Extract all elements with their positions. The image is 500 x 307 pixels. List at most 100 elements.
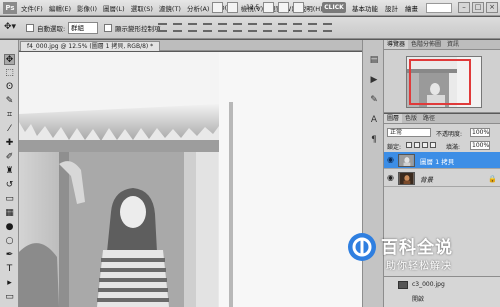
- tab-paths[interactable]: 路徑: [420, 114, 438, 123]
- auto-select-checkbox[interactable]: [26, 24, 34, 32]
- document-tab[interactable]: f4_000.jpg @ 12.5% (圖層 1 拷貝, RGB/8) *: [20, 41, 161, 51]
- align-left-icon[interactable]: [203, 23, 212, 32]
- marquee-tool-icon[interactable]: ⬚: [4, 68, 15, 79]
- zoom-level[interactable]: 12.5: [246, 4, 259, 11]
- lock-row: 鎖定: 填滿: 100%: [384, 140, 500, 151]
- workspace-switcher: 基本功能 設計 繪畫: [352, 0, 418, 16]
- navigator-thumbnail[interactable]: [406, 56, 482, 108]
- distribute-vcenter-icon[interactable]: [263, 23, 272, 32]
- menu-analysis[interactable]: 分析(A): [186, 3, 211, 13]
- gradient-tool-icon[interactable]: ▦: [4, 208, 15, 219]
- lock-position-icon[interactable]: [422, 142, 428, 148]
- menu-file[interactable]: 文件(F): [20, 3, 44, 13]
- align-top-icon[interactable]: [158, 23, 167, 32]
- canvas-area[interactable]: [19, 52, 362, 307]
- paragraph-panel-icon[interactable]: ¶: [368, 134, 380, 146]
- lasso-tool-icon[interactable]: ʘ: [4, 82, 15, 93]
- dodge-tool-icon[interactable]: ○: [4, 236, 15, 247]
- screen-mode-icon[interactable]: [293, 2, 305, 13]
- watermark-logo-icon: [348, 233, 376, 261]
- lock-all-icon[interactable]: [430, 142, 436, 148]
- eyedropper-tool-icon[interactable]: ⁄: [4, 124, 15, 135]
- layer-row-background[interactable]: ◉ 背景 🔒: [384, 170, 500, 187]
- move-tool-preset-icon[interactable]: ✥▾: [4, 22, 16, 32]
- menu-edit[interactable]: 編輯(E): [48, 3, 72, 13]
- align-hcenter-icon[interactable]: [218, 23, 227, 32]
- crop-tool-icon[interactable]: ⌗: [4, 110, 15, 121]
- history-item-label: c3_000.jpg: [412, 281, 445, 288]
- tab-navigator[interactable]: 導覽器: [384, 40, 409, 49]
- auto-select-dropdown[interactable]: 群組: [68, 22, 98, 34]
- align-right-icon[interactable]: [233, 23, 242, 32]
- healing-brush-tool-icon[interactable]: ✚: [4, 138, 15, 149]
- opacity-input[interactable]: 100%: [470, 128, 490, 137]
- distribute-hcenter-icon[interactable]: [308, 23, 317, 32]
- tab-layers[interactable]: 圖層: [384, 114, 403, 123]
- path-select-tool-icon[interactable]: ▸: [4, 278, 15, 289]
- mini-bridge-icon[interactable]: [227, 2, 238, 13]
- actions-panel-icon[interactable]: ▶: [368, 74, 380, 86]
- tab-info[interactable]: 資訊: [444, 40, 462, 49]
- distribute-right-icon[interactable]: [323, 23, 332, 32]
- opacity-label: 不透明度:: [436, 131, 463, 138]
- tab-channels[interactable]: 色版: [402, 114, 420, 123]
- layer-name[interactable]: 圖層 1 拷貝: [420, 156, 454, 166]
- eraser-tool-icon[interactable]: ▭: [4, 194, 15, 205]
- clone-stamp-tool-icon[interactable]: ♜: [4, 166, 15, 177]
- history-item-open[interactable]: 開啟: [384, 293, 500, 303]
- character-panel-icon[interactable]: A: [368, 114, 380, 126]
- quick-select-tool-icon[interactable]: ✎: [4, 96, 15, 107]
- hand-view-icon[interactable]: [263, 2, 275, 13]
- maximize-icon[interactable]: □: [472, 2, 484, 13]
- eye-icon[interactable]: ◉: [386, 173, 395, 183]
- fill-label: 填滿:: [446, 144, 461, 151]
- blend-row: 正常 不透明度: 100%: [384, 127, 500, 138]
- lock-pixels-icon[interactable]: [414, 142, 420, 148]
- blur-tool-icon[interactable]: ●: [4, 222, 15, 233]
- watermark: 百科全说 助你轻松解决: [345, 231, 471, 277]
- align-vcenter-icon[interactable]: [173, 23, 182, 32]
- history-item-file[interactable]: c3_000.jpg: [384, 280, 500, 290]
- shape-tool-icon[interactable]: ▭: [4, 292, 15, 303]
- tab-histogram[interactable]: 色階分佈圖: [408, 40, 444, 49]
- distribute-top-icon[interactable]: [248, 23, 257, 32]
- align-bottom-icon[interactable]: [188, 23, 197, 32]
- history-brush-tool-icon[interactable]: ↺: [4, 180, 15, 191]
- watermark-subtitle: 助你轻松解决: [386, 261, 452, 272]
- layer-thumbnail: [398, 154, 415, 167]
- bridge-icon[interactable]: [212, 2, 223, 13]
- menu-select[interactable]: 選取(S): [130, 3, 154, 13]
- distribute-left-icon[interactable]: [293, 23, 302, 32]
- click-button[interactable]: CLICK: [322, 2, 346, 13]
- type-tool-icon[interactable]: T: [4, 264, 15, 275]
- workspace-design[interactable]: 設計: [385, 3, 398, 13]
- lock-transparency-icon[interactable]: [406, 142, 412, 148]
- workspace-essentials[interactable]: 基本功能: [352, 3, 378, 13]
- brush-presets-icon[interactable]: ✎: [368, 94, 380, 106]
- pen-tool-icon[interactable]: ✒: [4, 250, 15, 261]
- distribute-bottom-icon[interactable]: [278, 23, 287, 32]
- menu-image[interactable]: 影像(I): [76, 3, 98, 13]
- move-tool-icon[interactable]: ✥: [4, 54, 15, 65]
- eye-icon[interactable]: ◉: [386, 155, 395, 165]
- fill-input[interactable]: 100%: [470, 141, 490, 150]
- brush-tool-icon[interactable]: ✐: [4, 152, 15, 163]
- navigator-view-frame[interactable]: [409, 59, 471, 105]
- layer-row-copy[interactable]: ◉ 圖層 1 拷貝: [384, 152, 500, 169]
- close-icon[interactable]: ×: [486, 2, 498, 13]
- blend-mode-select[interactable]: 正常: [387, 128, 431, 137]
- show-transform-label: 顯示變形控制項: [115, 25, 161, 33]
- search-input[interactable]: [426, 3, 452, 13]
- history-item-label: 開啟: [412, 296, 425, 303]
- watermark-title: 百科全说: [381, 238, 453, 258]
- menu-filter[interactable]: 濾鏡(T): [158, 3, 182, 13]
- history-panel-icon[interactable]: ▤: [368, 54, 380, 66]
- show-transform-checkbox[interactable]: [104, 24, 112, 32]
- app-bar-controls: 12.5: [212, 2, 305, 13]
- menu-layer[interactable]: 圖層(L): [102, 3, 126, 13]
- workspace-painting[interactable]: 繪畫: [405, 3, 418, 13]
- minimize-icon[interactable]: –: [458, 2, 470, 13]
- layer-name[interactable]: 背景: [420, 174, 433, 184]
- arrange-documents-icon[interactable]: [278, 2, 290, 13]
- toolbox: ✥ ⬚ ʘ ✎ ⌗ ⁄ ✚ ✐ ♜ ↺ ▭ ▦ ● ○ ✒ T ▸ ▭: [0, 40, 19, 307]
